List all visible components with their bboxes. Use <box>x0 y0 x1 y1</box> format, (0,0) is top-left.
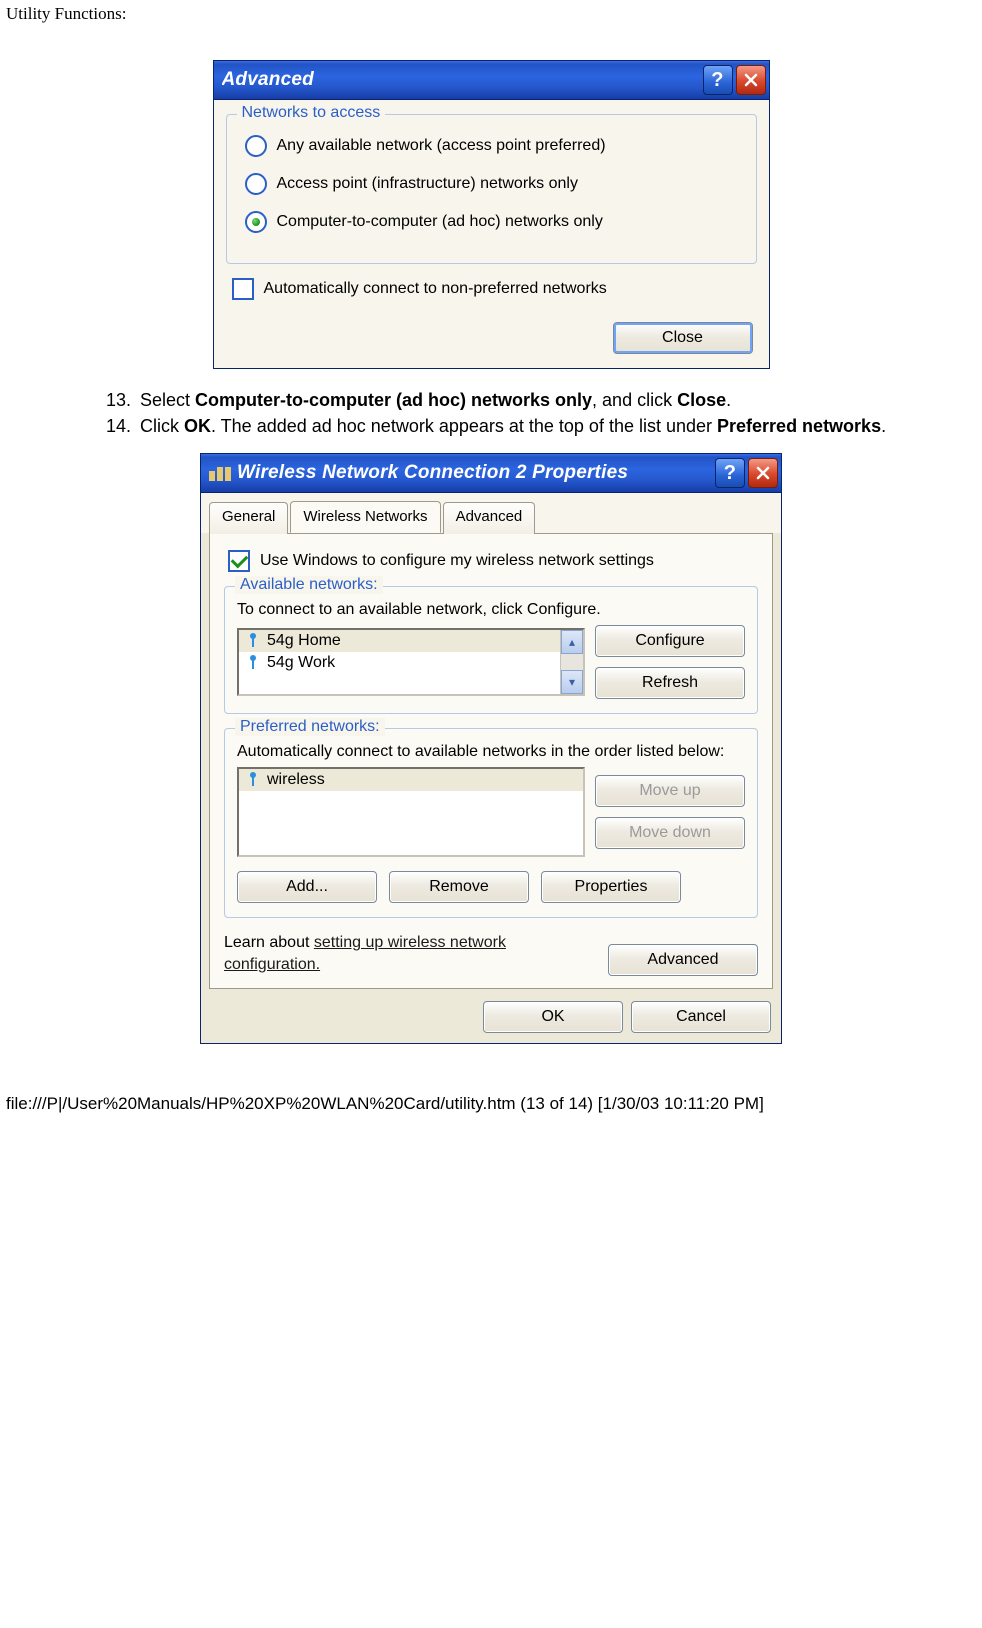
radio-access-point-only[interactable]: Access point (infrastructure) networks o… <box>245 173 744 195</box>
tab-panel-wireless: Use Windows to configure my wireless net… <box>209 533 773 989</box>
tab-advanced[interactable]: Advanced <box>443 502 536 534</box>
checkbox-icon <box>232 278 254 300</box>
preferred-hint: Automatically connect to available netwo… <box>237 743 745 761</box>
configure-button[interactable]: Configure <box>595 625 745 657</box>
use-windows-checkbox[interactable]: Use Windows to configure my wireless net… <box>228 550 758 572</box>
radio-icon <box>245 135 267 157</box>
properties-title-text: Wireless Network Connection 2 Properties <box>237 462 712 484</box>
networks-to-access-group: Networks to access Any available network… <box>226 114 757 264</box>
available-networks-group: Available networks: To connect to an ava… <box>224 586 758 714</box>
advanced-dialog: Advanced ? Networks to access Any availa… <box>213 60 770 369</box>
step-number: 13. <box>106 387 140 413</box>
radio-adhoc-only[interactable]: Computer-to-computer (ad hoc) networks o… <box>245 211 744 233</box>
scroll-down-icon[interactable]: ▾ <box>561 670 583 694</box>
page-title: Utility Functions: <box>6 4 976 24</box>
tab-wireless-networks[interactable]: Wireless Networks <box>290 501 440 533</box>
cancel-button[interactable]: Cancel <box>631 1001 771 1033</box>
checkbox-icon <box>228 550 250 572</box>
move-up-button[interactable]: Move up <box>595 775 745 807</box>
remove-button[interactable]: Remove <box>389 871 529 903</box>
radio-label: Access point (infrastructure) networks o… <box>277 175 578 193</box>
wireless-icon <box>209 465 229 481</box>
preferred-networks-group: Preferred networks: Automatically connec… <box>224 728 758 918</box>
properties-titlebar[interactable]: Wireless Network Connection 2 Properties… <box>201 454 781 493</box>
close-button[interactable]: Close <box>613 322 753 354</box>
checkbox-label: Automatically connect to non-preferred n… <box>264 280 607 298</box>
help-icon[interactable]: ? <box>703 65 733 95</box>
instruction-13: 13. Select Computer-to-computer (ad hoc)… <box>106 387 976 413</box>
tab-general[interactable]: General <box>209 502 288 534</box>
network-name: wireless <box>267 771 325 789</box>
learn-text: Learn about setting up wireless network … <box>224 932 598 976</box>
network-icon <box>245 655 261 671</box>
networks-to-access-legend: Networks to access <box>237 104 386 122</box>
instruction-14: 14. Click OK. The added ad hoc network a… <box>106 413 976 439</box>
advanced-button[interactable]: Advanced <box>608 944 758 976</box>
network-icon <box>245 633 261 649</box>
radio-label: Any available network (access point pref… <box>277 137 606 155</box>
step-number: 14. <box>106 413 140 439</box>
radio-icon <box>245 173 267 195</box>
close-icon[interactable] <box>748 458 778 488</box>
instruction-list: 13. Select Computer-to-computer (ad hoc)… <box>6 387 976 439</box>
tab-strip: General Wireless Networks Advanced <box>201 493 781 533</box>
network-icon <box>245 772 261 788</box>
add-button[interactable]: Add... <box>237 871 377 903</box>
preferred-legend: Preferred networks: <box>235 718 385 736</box>
network-name: 54g Work <box>267 654 335 672</box>
preferred-list[interactable]: wireless <box>237 767 585 857</box>
auto-connect-checkbox[interactable]: Automatically connect to non-preferred n… <box>232 278 757 300</box>
help-icon[interactable]: ? <box>715 458 745 488</box>
refresh-button[interactable]: Refresh <box>595 667 745 699</box>
list-item[interactable]: wireless <box>239 769 583 791</box>
network-name: 54g Home <box>267 632 341 650</box>
available-hint: To connect to an available network, clic… <box>237 601 745 619</box>
scroll-up-icon[interactable]: ▴ <box>561 630 583 654</box>
radio-label: Computer-to-computer (ad hoc) networks o… <box>277 213 603 231</box>
available-legend: Available networks: <box>235 576 383 594</box>
move-down-button[interactable]: Move down <box>595 817 745 849</box>
step-text: Select Computer-to-computer (ad hoc) net… <box>140 387 731 413</box>
list-item[interactable]: 54g Work <box>239 652 583 674</box>
available-list[interactable]: 54g Home 54g Work ▴ ▾ <box>237 628 585 696</box>
advanced-titlebar[interactable]: Advanced ? <box>214 61 769 100</box>
properties-button[interactable]: Properties <box>541 871 681 903</box>
checkbox-label: Use Windows to configure my wireless net… <box>260 552 654 570</box>
close-icon[interactable] <box>736 65 766 95</box>
list-item[interactable]: 54g Home <box>239 630 583 652</box>
radio-icon <box>245 211 267 233</box>
properties-dialog: Wireless Network Connection 2 Properties… <box>200 453 782 1044</box>
ok-button[interactable]: OK <box>483 1001 623 1033</box>
radio-any-available[interactable]: Any available network (access point pref… <box>245 135 744 157</box>
page-footer: file:///P|/User%20Manuals/HP%20XP%20WLAN… <box>6 1094 976 1114</box>
advanced-title-text: Advanced <box>222 69 700 91</box>
step-text: Click OK. The added ad hoc network appea… <box>140 413 886 439</box>
scrollbar[interactable]: ▴ ▾ <box>560 630 583 694</box>
